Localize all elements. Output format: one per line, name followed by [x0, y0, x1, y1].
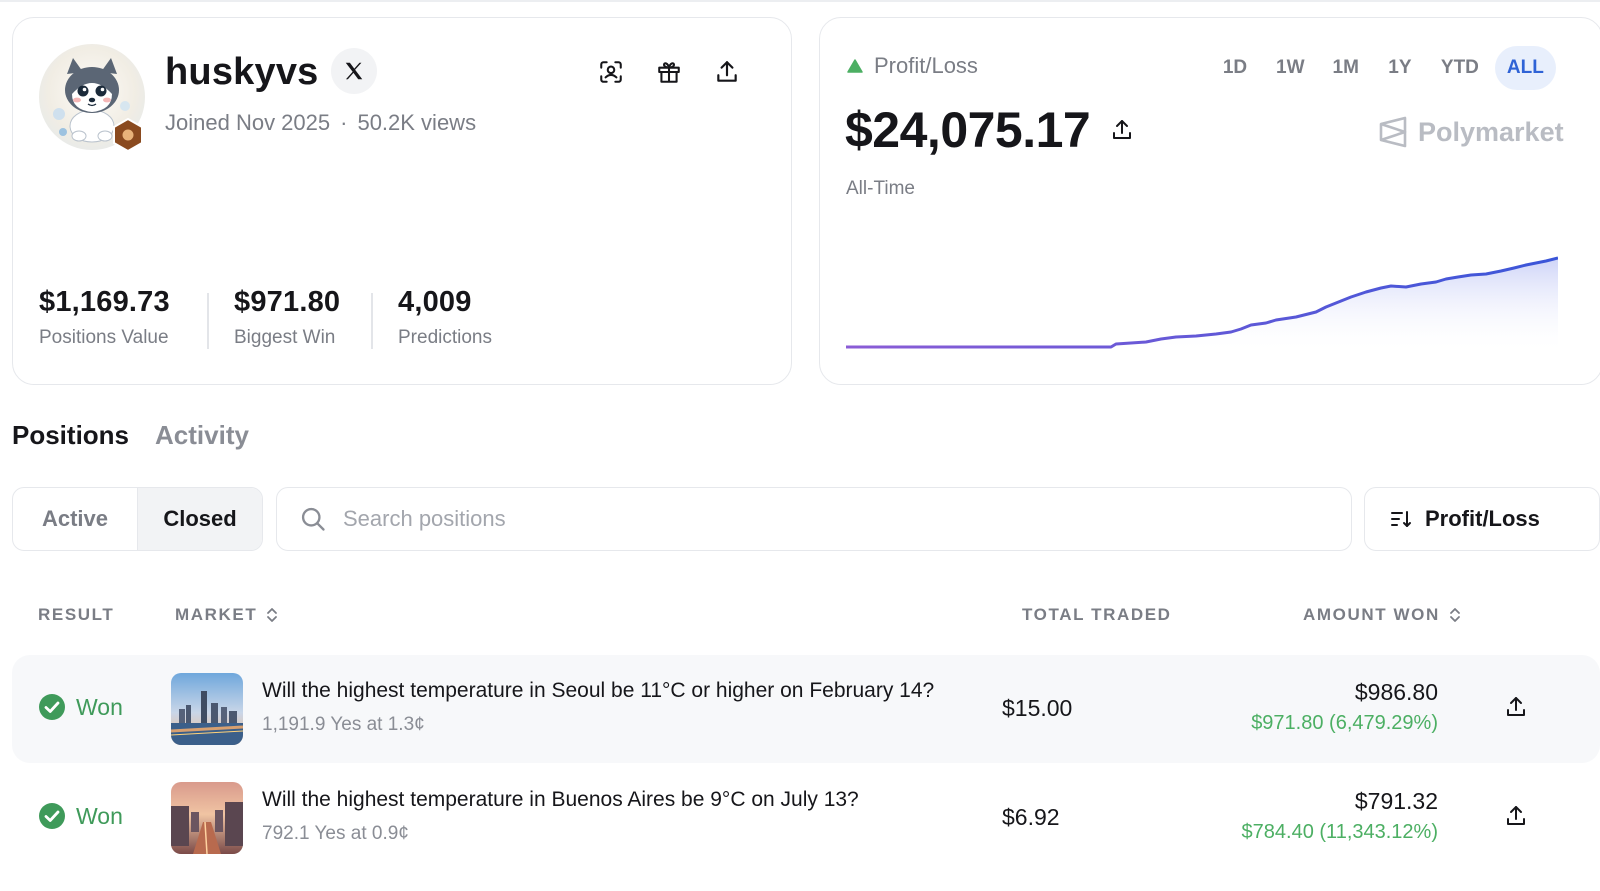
pnl-label: Profit/Loss [874, 53, 978, 78]
market-subtitle: 1,191.9 Yes at 1.3¢ [262, 714, 425, 735]
header-market[interactable]: MARKET [175, 605, 279, 625]
market-thumbnail [171, 673, 243, 745]
share-row-button[interactable] [1504, 695, 1532, 723]
tab-activity[interactable]: Activity [155, 420, 249, 451]
share-icon [1507, 806, 1525, 825]
header-result: RESULT [38, 605, 115, 624]
check-circle-icon [39, 803, 65, 829]
username: huskyvs [165, 51, 319, 93]
rank-badge-icon [113, 118, 143, 152]
time-range-tabs: 1D 1W 1M 1Y YTD ALL [1210, 46, 1556, 90]
market-subtitle: 792.1 Yes at 0.9¢ [262, 823, 409, 844]
result-label: Won [76, 802, 123, 829]
pnl-header: Profit/Loss [846, 53, 978, 79]
stat-biggest-win: $971.80 Biggest Win [234, 286, 340, 349]
stat-label: Biggest Win [234, 327, 336, 348]
search-bar [276, 487, 1352, 551]
main-tabs: Positions Activity [12, 420, 249, 451]
sort-icon [1391, 511, 1411, 527]
view-count: 50.2K views [357, 110, 477, 135]
range-tab-1y[interactable]: 1Y [1375, 46, 1425, 90]
share-row-button[interactable] [1504, 804, 1532, 832]
share-icon [717, 61, 737, 82]
polymarket-logo-icon [1379, 116, 1407, 148]
market-title[interactable]: Will the highest temperature in Seoul be… [262, 679, 934, 703]
share-pnl-button[interactable] [1110, 118, 1134, 147]
range-tab-all[interactable]: ALL [1494, 46, 1556, 90]
share-icon [1507, 697, 1525, 716]
table-row[interactable]: Won Will the highest temperature in Seou… [12, 655, 1600, 763]
share-profile-button[interactable] [711, 56, 743, 88]
polymarket-brand: Polymarket [1378, 116, 1564, 148]
market-title[interactable]: Will the highest temperature in Buenos A… [262, 788, 859, 812]
result-label: Won [76, 693, 123, 720]
range-tab-1m[interactable]: 1M [1321, 46, 1371, 90]
status-filter: Active Closed [12, 487, 263, 551]
profit-gain: $784.40 (11,343.12%) [1241, 821, 1438, 843]
face-scan-icon [600, 61, 622, 83]
profile-card: huskyvs Joined Nov 2025 · 50.2K views $1,1… [12, 17, 792, 385]
sort-arrows-icon [1449, 608, 1460, 622]
amount-won: $986.80 [1354, 679, 1438, 705]
stat-label: Positions Value [39, 327, 169, 348]
tab-positions[interactable]: Positions [12, 420, 129, 451]
sort-button[interactable]: Profit/Loss [1364, 487, 1600, 551]
header-total-traded: TOTAL TRADED [1022, 605, 1172, 624]
filter-active-button[interactable]: Active [13, 488, 138, 550]
scan-button[interactable] [595, 56, 627, 88]
check-circle-icon [39, 694, 65, 720]
range-tab-ytd[interactable]: YTD [1429, 46, 1491, 90]
seoul-skyline-image [171, 673, 243, 745]
stat-value: $971.80 [234, 286, 341, 318]
buenos-aires-skyline-image [171, 782, 243, 854]
top-border [0, 0, 1600, 2]
profit-loss-card: Profit/Loss 1D 1W 1M 1Y YTD ALL $24,075.… [819, 17, 1600, 385]
header-amount-won[interactable]: AMOUNT WON [1303, 605, 1462, 625]
stat-predictions: 4,009 Predictions [398, 286, 492, 349]
stat-divider [207, 293, 209, 349]
pnl-amount: $24,075.17 [845, 102, 1091, 158]
search-icon [301, 507, 325, 531]
range-tab-1w[interactable]: 1W [1264, 46, 1317, 90]
joined-date: Joined Nov 2025 [165, 110, 331, 135]
sort-arrows-icon [267, 608, 278, 622]
market-thumbnail [171, 782, 243, 854]
stat-label: Predictions [398, 327, 492, 348]
gift-icon [658, 62, 680, 83]
range-tab-1d[interactable]: 1D [1210, 46, 1260, 90]
stat-value: $1,169.73 [39, 286, 170, 318]
gift-button[interactable] [653, 56, 685, 88]
stat-positions-value: $1,169.73 Positions Value [39, 286, 170, 349]
profile-meta: Joined Nov 2025 · 50.2K views [165, 110, 476, 136]
pnl-period: All-Time [846, 178, 915, 199]
x-logo-icon [345, 62, 363, 80]
pnl-area-chart [846, 256, 1558, 354]
pnl-area-fill [846, 258, 1558, 354]
x-link-button[interactable] [331, 48, 377, 94]
brand-name: Polymarket [1418, 116, 1564, 147]
search-input[interactable] [343, 506, 1243, 532]
total-traded: $6.92 [1002, 804, 1060, 830]
table-row[interactable]: Won Will the highest temperature in Buen… [12, 764, 1600, 872]
result-won: Won [38, 693, 123, 721]
meta-separator: · [340, 110, 348, 135]
share-icon [1113, 120, 1131, 139]
total-traded: $15.00 [1002, 695, 1073, 721]
profit-gain: $971.80 (6,479.29%) [1251, 712, 1438, 734]
stat-value: 4,009 [398, 286, 472, 318]
triangle-up-icon [847, 59, 863, 73]
filter-closed-button[interactable]: Closed [138, 488, 262, 550]
stat-divider [371, 293, 373, 349]
sort-label: Profit/Loss [1425, 506, 1540, 531]
result-won: Won [38, 802, 123, 830]
amount-won: $791.32 [1354, 788, 1438, 814]
